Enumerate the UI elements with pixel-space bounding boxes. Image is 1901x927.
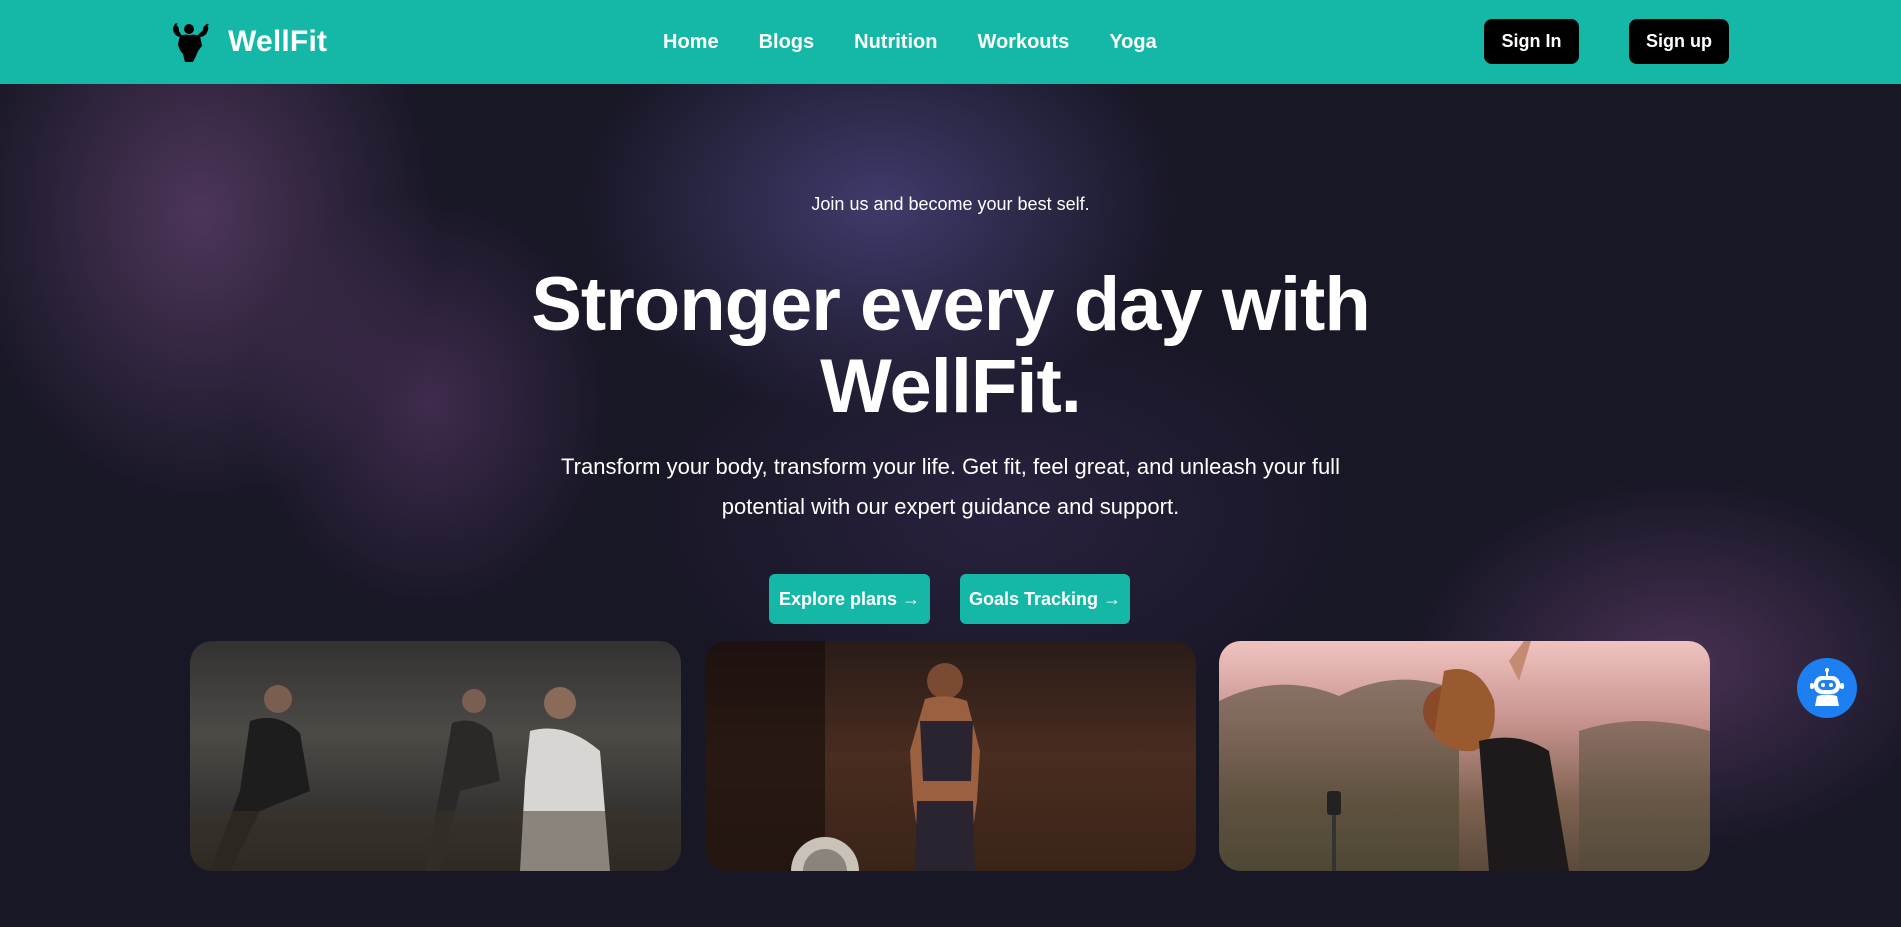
robot-icon xyxy=(1810,668,1844,706)
sign-up-button[interactable]: Sign up xyxy=(1629,19,1729,64)
chatbot-button[interactable] xyxy=(1797,658,1857,718)
feature-card-weightlifting[interactable] xyxy=(705,641,1196,871)
hero-headline: Stronger every day with WellFit. xyxy=(450,264,1451,428)
nav-yoga[interactable]: Yoga xyxy=(1109,31,1156,54)
explore-plans-button[interactable]: Explore plans → xyxy=(769,574,930,624)
woman-outdoor-yoga-photo xyxy=(1219,641,1710,871)
hero-eyebrow: Join us and become your best self. xyxy=(811,194,1090,214)
goals-tracking-button[interactable]: Goals Tracking → xyxy=(960,574,1130,624)
hero-headline-line1: Stronger every day with xyxy=(531,262,1371,347)
nav-blogs[interactable]: Blogs xyxy=(759,31,815,54)
feature-card-group-yoga[interactable] xyxy=(190,641,681,871)
main-nav: Home Blogs Nutrition Workouts Yoga xyxy=(663,24,1157,60)
hero-subtext: Transform your body, transform your life… xyxy=(561,454,1340,519)
woman-weightlifting-photo xyxy=(705,641,980,871)
sign-in-button[interactable]: Sign In xyxy=(1484,19,1579,64)
feature-card-outdoor-yoga[interactable] xyxy=(1219,641,1710,871)
nav-home[interactable]: Home xyxy=(663,31,719,54)
brand-name: WellFit xyxy=(228,25,328,58)
page: WellFit Home Blogs Nutrition Workouts Yo… xyxy=(0,0,1901,927)
nav-nutrition[interactable]: Nutrition xyxy=(854,31,937,54)
women-yoga-group-photo xyxy=(190,641,681,871)
flexing-man-icon xyxy=(173,23,209,62)
hero-headline-line2: WellFit. xyxy=(820,344,1082,429)
nav-workouts[interactable]: Workouts xyxy=(977,31,1069,54)
top-navbar: WellFit Home Blogs Nutrition Workouts Yo… xyxy=(0,0,1901,84)
brand-logo[interactable]: WellFit xyxy=(170,20,327,64)
